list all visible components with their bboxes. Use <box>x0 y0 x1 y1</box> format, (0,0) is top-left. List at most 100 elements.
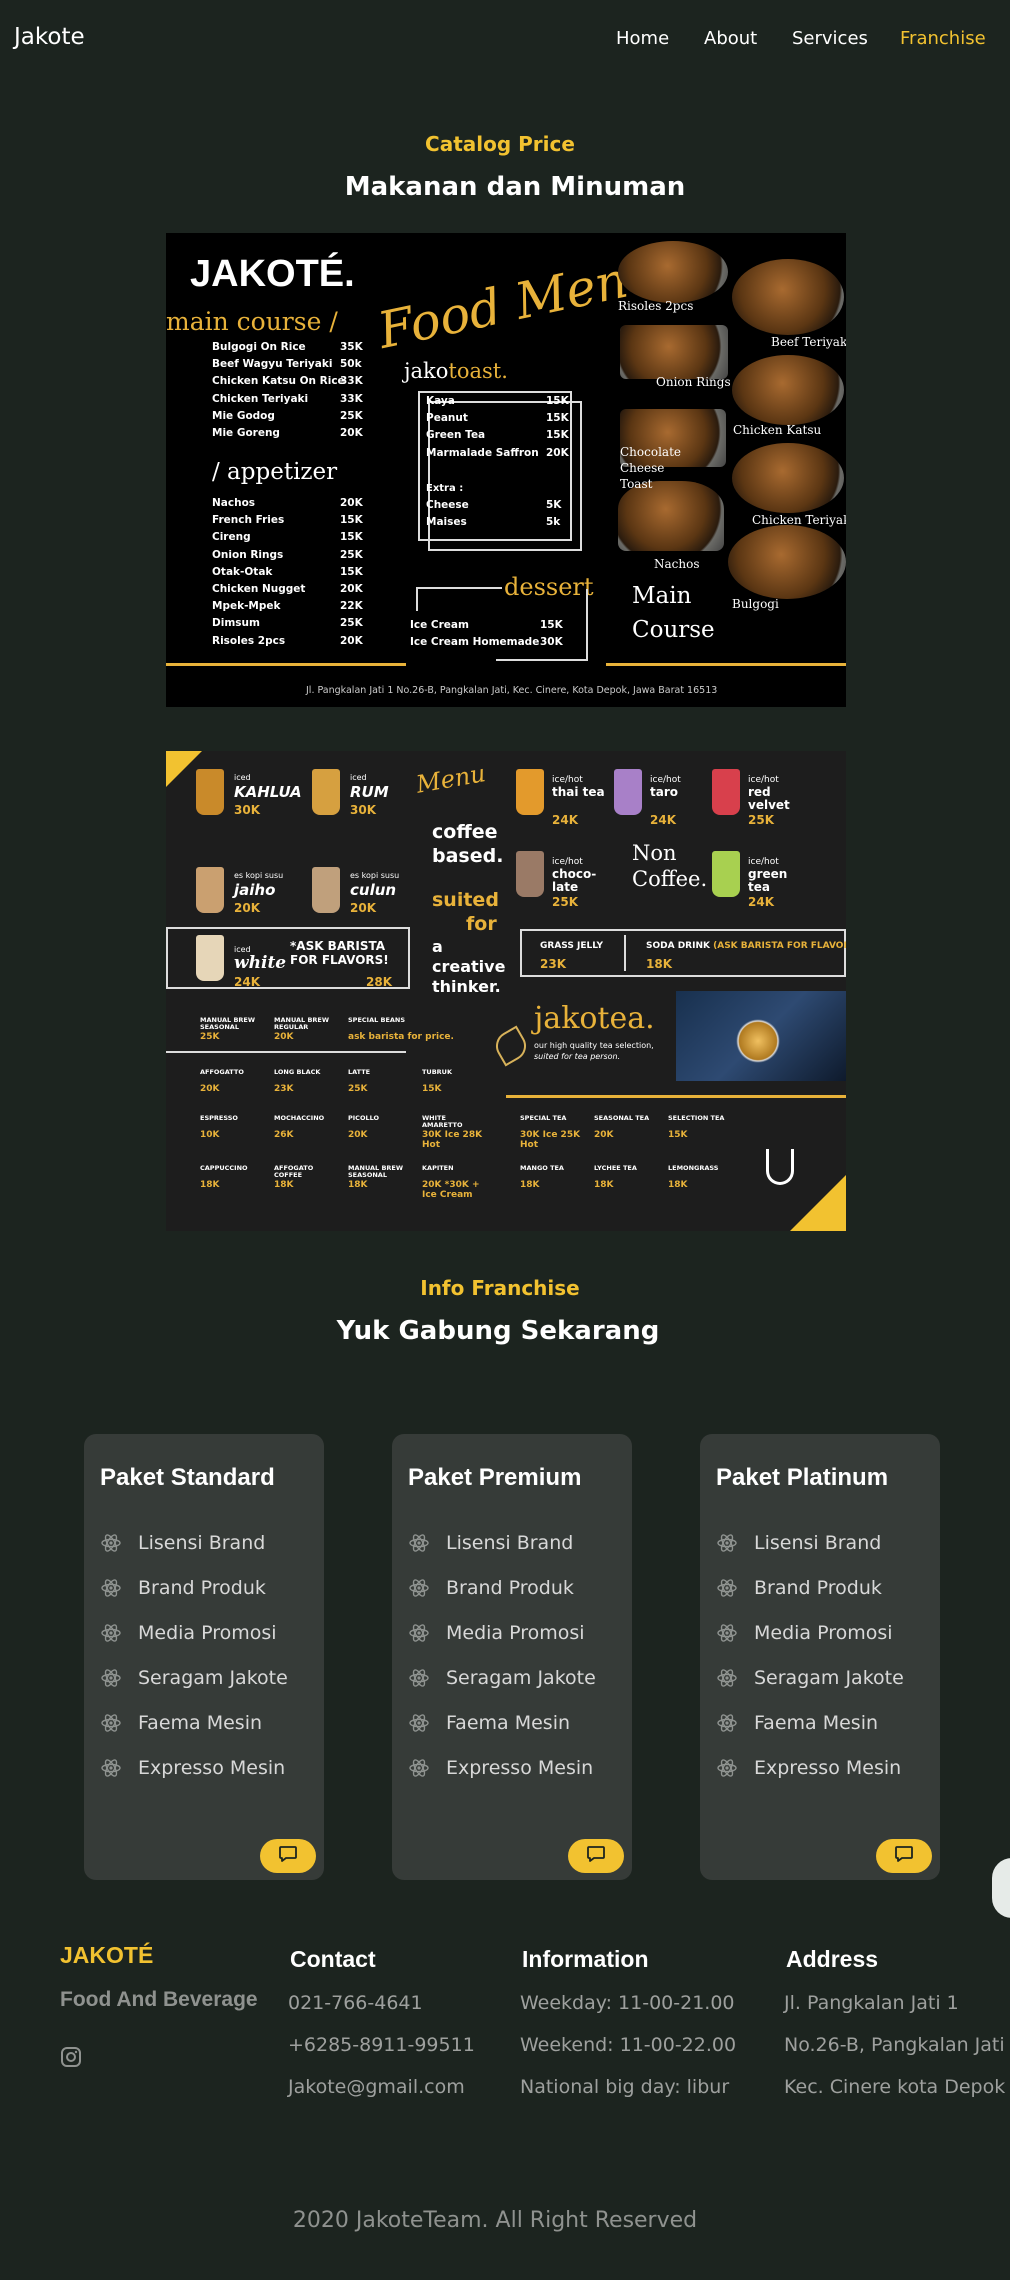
package-feature-label: Media Promosi <box>138 1622 277 1644</box>
package-feature: Expresso Mesin <box>716 1757 901 1779</box>
food-menu-image: JAKOTÉ. Food Menu main course / Bulgogi … <box>166 233 846 707</box>
grid-item-price: 25K <box>200 1032 220 1042</box>
package-feature-label: Expresso Mesin <box>754 1757 902 1779</box>
chat-icon <box>278 1845 298 1867</box>
grid-item-price: 18K <box>200 1180 220 1190</box>
package-feature: Media Promosi <box>408 1622 585 1644</box>
photo-label-beef-teriyaki: Beef Teriyaki <box>771 335 846 349</box>
photo-label-chocolate: Chocolate <box>620 445 681 459</box>
grid-item-price: 15K <box>668 1130 688 1140</box>
iced-name: KAHLUA <box>234 783 302 801</box>
nav-services[interactable]: Services <box>792 28 868 49</box>
main-course-item-name: Mie Goreng <box>212 427 280 439</box>
iced-name: jaiho <box>234 881 276 899</box>
jelly-soda-divider <box>624 935 626 971</box>
footer-brand: JAKOTÉ <box>60 1942 154 1968</box>
address-line-2: No.26-B, Pangkalan Jati <box>784 2034 1005 2056</box>
toast-heading-a: jako <box>404 359 449 383</box>
main-course-item-name: Chicken Katsu On Rice <box>212 375 345 388</box>
chat-button[interactable] <box>568 1839 624 1873</box>
contact-mobile[interactable]: +6285-8911-99511 <box>288 2034 475 2056</box>
appetizer-item-price: 15K <box>340 514 363 527</box>
photo-bulgogi <box>728 525 846 599</box>
appetizer-heading: / appetizer <box>212 459 338 485</box>
photo-beef-teriyaki <box>732 259 844 335</box>
appetizer-item-price: 15K <box>340 531 363 544</box>
appetizer-item-price: 20K <box>340 634 363 647</box>
footer-line-left <box>166 663 406 666</box>
suited-1: suited <box>432 889 499 911</box>
extra-item-name: Maises <box>426 516 467 529</box>
package-feature: Media Promosi <box>100 1622 277 1644</box>
main-course-heading: main course / <box>166 307 338 336</box>
toast-item-price: 20K <box>546 446 569 459</box>
nav-about[interactable]: About <box>704 28 757 49</box>
copyright: 2020 JakoteTeam. All Right Reserved <box>292 2208 698 2233</box>
nav-franchise[interactable]: Franchise <box>900 28 986 49</box>
dessert-item-price: 15K <box>540 619 563 631</box>
iced-name: RUM <box>350 783 389 801</box>
jakote-badge-icon <box>766 1149 794 1185</box>
dessert-item-name: Ice Cream <box>410 619 469 631</box>
information-holiday: National big day: libur <box>520 2076 730 2098</box>
photo-onion-rings <box>620 325 728 379</box>
package-feature: Media Promosi <box>716 1622 893 1644</box>
atom-icon <box>408 1532 430 1554</box>
package-feature-label: Expresso Mesin <box>138 1757 286 1779</box>
package-feature: Seragam Jakote <box>408 1667 596 1689</box>
appetizer-item-name: French Fries <box>212 514 285 527</box>
grid-item-name: LATTE <box>348 1068 371 1076</box>
tea-name: taro <box>650 785 678 799</box>
grid-item-name: ESPRESSO <box>200 1114 238 1122</box>
main-course-item-name: Chicken Teriyaki <box>212 392 309 405</box>
package-feature: Faema Mesin <box>100 1712 262 1734</box>
appetizer-item-name: Onion Rings <box>212 548 284 561</box>
brand-logo[interactable]: Jakote <box>14 24 85 50</box>
jakotea-tagline-1: our high quality tea selection, <box>534 1041 654 1050</box>
iced-name: culun <box>350 881 397 899</box>
non-coffee-1: Non <box>632 841 677 865</box>
package-feature-label: Lisensi Brand <box>138 1532 266 1554</box>
package-feature-label: Faema Mesin <box>138 1712 263 1734</box>
catalog-title: Makanan dan Minuman <box>344 172 686 202</box>
tea-price: 25K <box>748 813 774 827</box>
appetizer-item-price: 22K <box>340 600 363 613</box>
chat-button[interactable] <box>260 1839 316 1873</box>
appetizer-item-name: Nachos <box>212 497 256 509</box>
appetizer-item-price: 15K <box>340 565 363 578</box>
information-heading: Information <box>522 1946 649 1972</box>
main-course-item-name: Mie Godog <box>212 409 275 422</box>
nav-home[interactable]: Home <box>616 28 669 49</box>
floating-whatsapp-button[interactable] <box>992 1858 1010 1918</box>
iced-cup <box>196 769 224 815</box>
grid-item-name: AFFOGATO COFFEE <box>274 1164 314 1179</box>
catalog-subtitle: Catalog Price <box>425 132 575 156</box>
contact-email[interactable]: Jakote@gmail.com <box>288 2076 465 2098</box>
atom-icon <box>716 1757 738 1779</box>
iced-price: 30K <box>234 803 260 817</box>
franchise-title: Yuk Gabung Sekarang <box>336 1316 660 1346</box>
extra-item-price: 5K <box>546 499 562 511</box>
tea-name: red velvet <box>748 785 790 812</box>
coffee-based-2: based. <box>432 845 504 867</box>
grid-item-name: KAPITEN <box>422 1164 454 1172</box>
grid-item-name: SEASONAL TEA <box>594 1114 650 1122</box>
main-course-item-price: 33K <box>340 392 363 405</box>
grid-item-price: 30K Ice 28K Hot <box>422 1130 483 1150</box>
tea-cup <box>712 769 740 815</box>
package-title: Paket Platinum <box>716 1464 889 1491</box>
jakotea-title: jakotea. <box>534 1001 655 1036</box>
grid-item-price: 20K <box>348 1130 368 1140</box>
main-course-item-price: 35K <box>340 341 363 353</box>
instagram-icon[interactable] <box>60 2046 82 2068</box>
main-course-item-price: 50k <box>340 358 362 371</box>
grid-item-price: 15K <box>422 1084 442 1094</box>
address-line-3: Kec. Cinere kota Depok <box>784 2076 1006 2098</box>
food-menu-logo: JAKOTÉ. <box>190 253 355 295</box>
chat-button[interactable] <box>876 1839 932 1873</box>
appetizer-item-price: 25K <box>340 617 363 630</box>
soda-drink-label: SODA DRINK <box>646 941 710 951</box>
package-feature-label: Media Promosi <box>754 1622 893 1644</box>
contact-phone[interactable]: 021-766-4641 <box>288 1992 423 2014</box>
package-feature: Brand Produk <box>716 1577 882 1599</box>
